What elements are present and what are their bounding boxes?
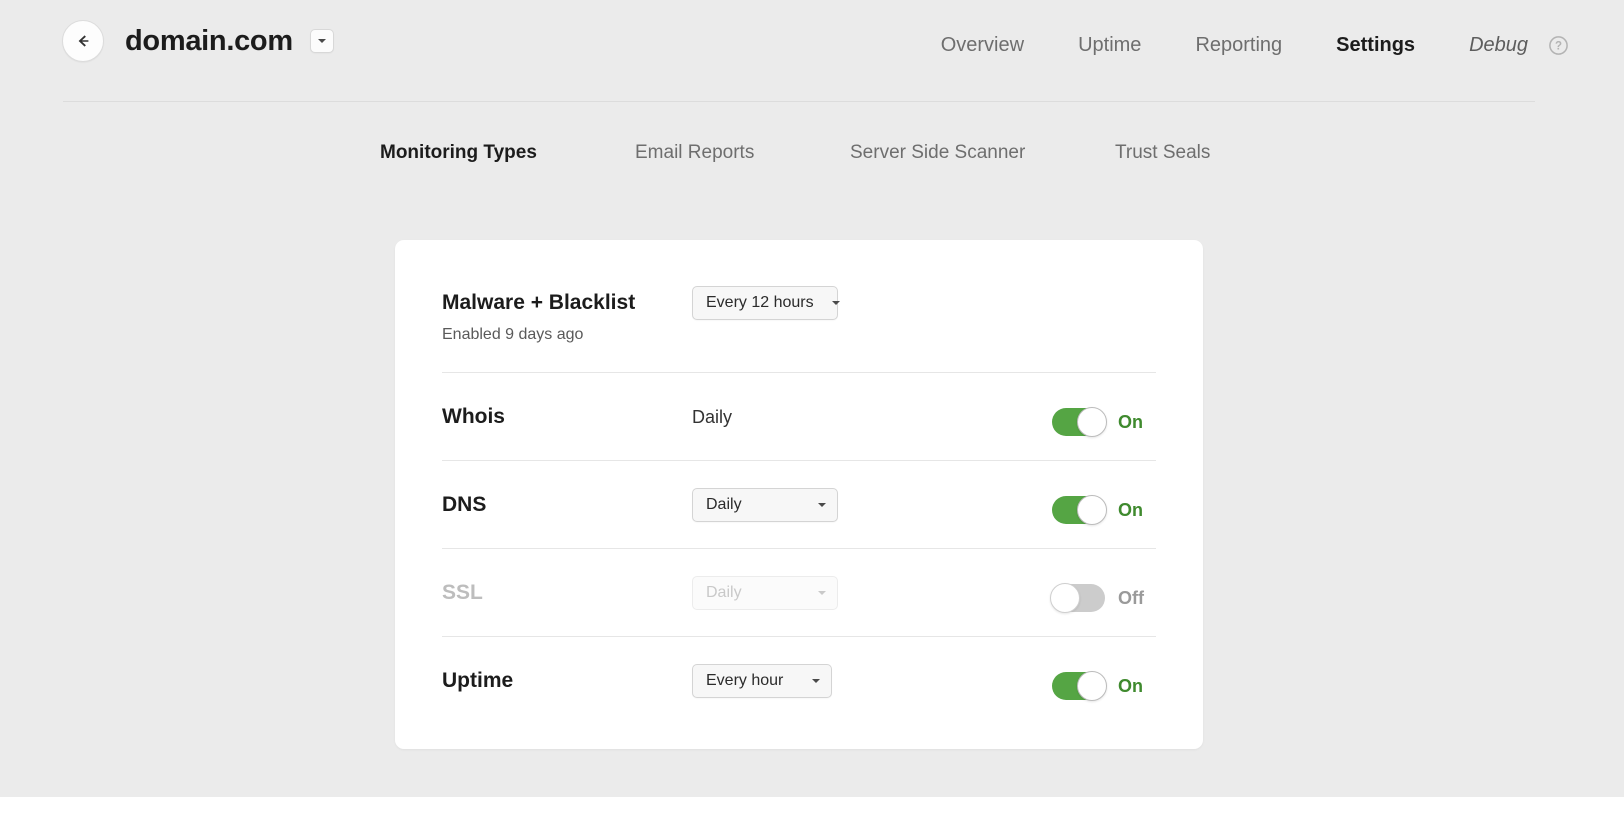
row-title: Uptime xyxy=(442,668,514,692)
nav-item-settings[interactable]: Settings xyxy=(1336,30,1415,60)
tab-monitoring-types[interactable]: Monitoring Types xyxy=(380,139,635,167)
row-control-group: Every 12 hours xyxy=(692,240,1052,320)
toggle-knob xyxy=(1077,670,1107,701)
row-toggle-group: On xyxy=(1052,406,1162,437)
nav-item-reporting[interactable]: Reporting xyxy=(1195,30,1282,60)
help-circle-icon[interactable]: ? xyxy=(1549,36,1568,55)
monitoring-row-ssl: SSL Daily Off xyxy=(442,548,1156,636)
frequency-select-dns[interactable]: Daily xyxy=(692,487,838,522)
frequency-select-value: Every 12 hours xyxy=(706,294,814,311)
row-label-group: DNS xyxy=(442,492,692,518)
nav-item-uptime[interactable]: Uptime xyxy=(1078,30,1141,60)
row-control-group: Daily xyxy=(692,487,1052,522)
frequency-select-uptime[interactable]: Every hour xyxy=(692,663,832,698)
back-button[interactable] xyxy=(62,20,104,62)
monitoring-row-uptime: Uptime Every hour On xyxy=(442,636,1156,724)
site-switcher-button[interactable] xyxy=(309,29,334,53)
row-label-group: SSL xyxy=(442,580,692,606)
frequency-select-value: Daily xyxy=(706,583,742,601)
toggle-uptime[interactable] xyxy=(1052,670,1107,701)
toggle-dns[interactable] xyxy=(1052,494,1107,525)
tab-server-side-scanner[interactable]: Server Side Scanner xyxy=(850,139,1115,167)
monitoring-row-dns: DNS Daily On xyxy=(442,460,1156,548)
frequency-select-malware-blacklist[interactable]: Every 12 hours xyxy=(692,286,840,320)
toggle-knob xyxy=(1077,494,1107,525)
header-divider xyxy=(63,101,1535,102)
nav-item-debug[interactable]: Debug xyxy=(1469,30,1528,60)
toggle-label-dns: On xyxy=(1118,499,1143,520)
toggle-label-ssl: Off xyxy=(1118,587,1144,608)
chevron-down-icon xyxy=(317,39,326,43)
row-title: DNS xyxy=(442,492,487,516)
row-label-group: Uptime xyxy=(442,668,692,694)
nav-item-overview[interactable]: Overview xyxy=(941,30,1024,60)
toggle-whois[interactable] xyxy=(1052,406,1107,437)
frequency-select-ssl: Daily xyxy=(692,575,838,610)
toggle-ssl[interactable] xyxy=(1050,582,1105,613)
frequency-select-value: Every hour xyxy=(706,671,784,689)
row-control-group: Every hour xyxy=(692,663,1052,698)
monitoring-row-malware-blacklist: Malware + Blacklist Enabled 9 days ago E… xyxy=(442,240,1156,372)
page-title: domain.com xyxy=(125,25,293,57)
chevron-down-icon xyxy=(818,590,826,595)
toggle-label-whois: On xyxy=(1118,411,1143,432)
chevron-down-icon xyxy=(818,502,826,507)
toggle-knob xyxy=(1050,582,1080,613)
arrow-left-icon xyxy=(73,31,93,51)
row-subtitle: Enabled 9 days ago xyxy=(442,326,584,343)
frequency-value-whois: Daily xyxy=(692,406,733,427)
row-title: SSL xyxy=(442,580,483,604)
monitoring-row-whois: Whois Daily On xyxy=(442,372,1156,460)
toggle-label-uptime: On xyxy=(1118,675,1143,696)
row-toggle-group: Off xyxy=(1050,582,1163,613)
monitoring-rows: Malware + Blacklist Enabled 9 days ago E… xyxy=(442,240,1156,724)
tab-email-reports[interactable]: Email Reports xyxy=(635,139,850,167)
row-label-group: Whois xyxy=(442,404,692,430)
row-toggle-group: On xyxy=(1052,670,1162,701)
settings-subtabs: Monitoring Types Email Reports Server Si… xyxy=(380,139,1210,167)
header-left-group: domain.com xyxy=(62,20,334,62)
toggle-knob xyxy=(1077,406,1107,437)
chevron-down-icon xyxy=(812,678,820,683)
row-label-group: Malware + Blacklist Enabled 9 days ago xyxy=(442,240,692,346)
row-control-group: Daily xyxy=(692,575,1052,610)
chevron-down-icon xyxy=(831,301,840,305)
row-title: Malware + Blacklist xyxy=(442,291,636,314)
tab-trust-seals[interactable]: Trust Seals xyxy=(1115,139,1210,167)
app-window: domain.com Overview Uptime Reporting Set… xyxy=(0,0,1624,816)
page-header: domain.com Overview Uptime Reporting Set… xyxy=(0,0,1624,102)
main-navigation: Overview Uptime Reporting Settings Debug xyxy=(941,30,1528,60)
frequency-select-value: Daily xyxy=(706,495,742,513)
row-title: Whois xyxy=(442,404,505,428)
monitoring-types-card: Malware + Blacklist Enabled 9 days ago E… xyxy=(395,240,1203,749)
row-control-group: Daily xyxy=(692,405,1052,429)
svg-text:?: ? xyxy=(1555,41,1562,53)
row-toggle-group: On xyxy=(1052,494,1162,525)
